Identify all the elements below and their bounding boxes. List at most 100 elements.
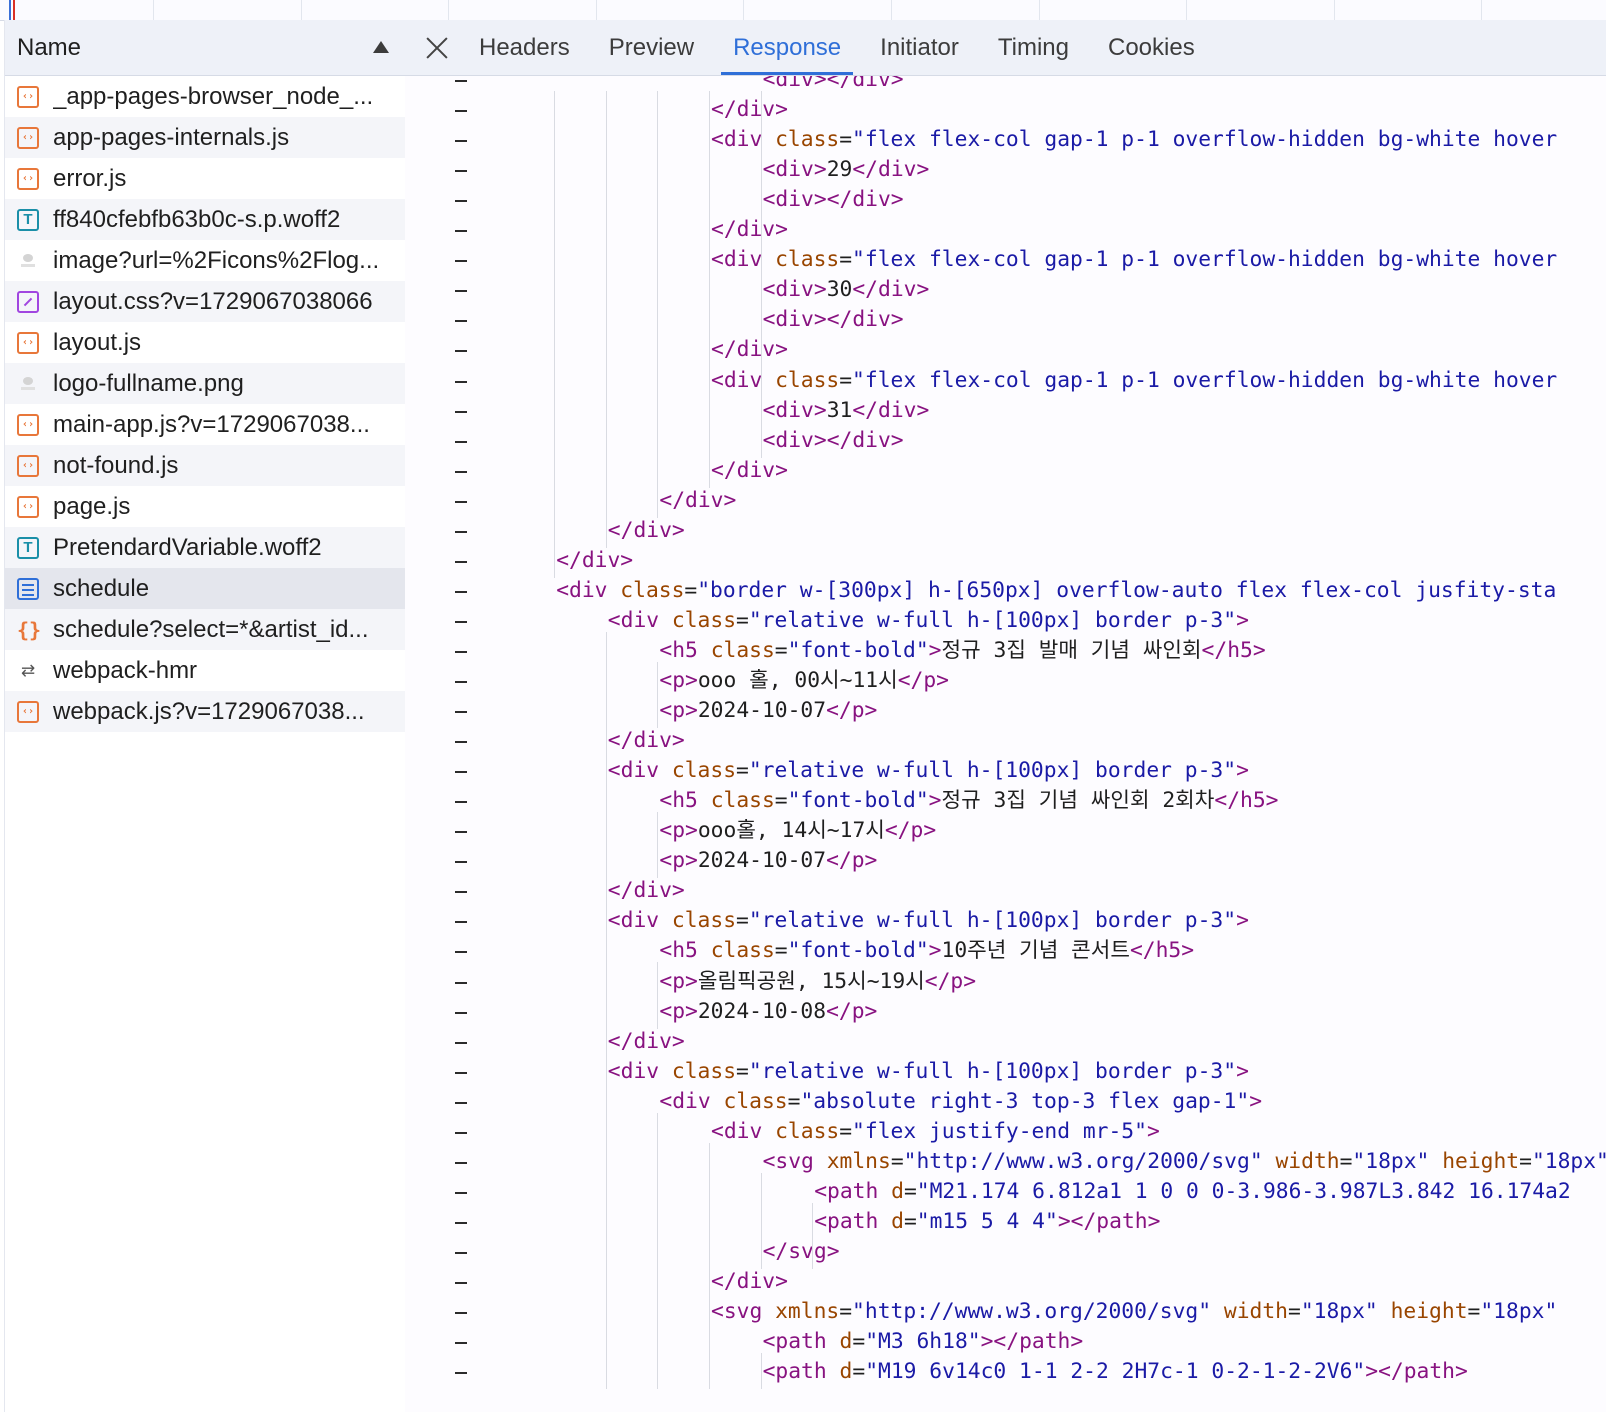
request-row[interactable]: ‹› error.js bbox=[5, 158, 405, 199]
collapse-toggle-icon[interactable] bbox=[455, 530, 467, 533]
collapse-toggle-icon[interactable] bbox=[455, 590, 467, 593]
code-token: <h5 bbox=[659, 788, 711, 814]
code-token: "border w-[300px] h-[650px] overflow-aut… bbox=[697, 577, 1557, 603]
collapse-toggle-icon[interactable] bbox=[455, 170, 467, 173]
request-name: not-found.js bbox=[53, 451, 179, 479]
code-token: class bbox=[710, 788, 775, 814]
collapse-toggle-icon[interactable] bbox=[455, 1282, 467, 1284]
collapse-toggle-icon[interactable] bbox=[455, 440, 467, 443]
code-token: <path bbox=[814, 1208, 892, 1234]
collapse-toggle-icon[interactable] bbox=[455, 1011, 467, 1014]
code-token: "relative w-full h-[100px] border p-3" bbox=[748, 758, 1237, 784]
collapse-toggle-icon[interactable] bbox=[455, 470, 467, 473]
tab-cookies[interactable]: Cookies bbox=[1108, 20, 1195, 75]
collapse-toggle-icon[interactable] bbox=[455, 1191, 467, 1194]
request-row[interactable]: schedule bbox=[5, 568, 405, 609]
request-row[interactable]: Tff840cfebfb63b0c-s.p.woff2 bbox=[5, 199, 405, 240]
tab-preview[interactable]: Preview bbox=[609, 20, 694, 75]
code-token: 10주년 기념 콘서트 bbox=[941, 938, 1130, 964]
code-token: = bbox=[852, 1359, 866, 1385]
collapse-toggle-icon[interactable] bbox=[455, 380, 467, 383]
code-token: <h5 bbox=[659, 637, 711, 663]
collapse-toggle-icon[interactable] bbox=[455, 650, 467, 653]
collapse-toggle-icon[interactable] bbox=[455, 771, 467, 774]
collapse-toggle-icon[interactable] bbox=[455, 410, 467, 413]
collapse-toggle-icon[interactable] bbox=[455, 1342, 467, 1345]
collapse-toggle-icon[interactable] bbox=[455, 80, 467, 82]
code-token: = bbox=[839, 1118, 853, 1144]
collapse-toggle-icon[interactable] bbox=[455, 1041, 467, 1044]
code-token: class bbox=[775, 247, 840, 273]
request-row[interactable]: ⇄ webpack-hmr bbox=[5, 650, 405, 691]
source-line: <div></div> bbox=[405, 76, 1606, 95]
request-row[interactable]: {} schedule?select=*&artist_id... bbox=[5, 609, 405, 650]
collapse-toggle-icon[interactable] bbox=[455, 1131, 467, 1134]
request-row[interactable]: logo-fullname.png bbox=[5, 363, 405, 404]
tab-initiator[interactable]: Initiator bbox=[880, 20, 959, 75]
collapse-toggle-icon[interactable] bbox=[455, 110, 467, 113]
close-icon[interactable] bbox=[421, 32, 453, 64]
collapse-toggle-icon[interactable] bbox=[455, 560, 467, 563]
collapse-toggle-icon[interactable] bbox=[455, 1312, 467, 1315]
collapse-toggle-icon[interactable] bbox=[455, 891, 467, 894]
tab-headers[interactable]: Headers bbox=[479, 20, 570, 75]
script-icon: ‹› bbox=[17, 331, 39, 354]
request-row[interactable]: T PretendardVariable.woff2 bbox=[5, 527, 405, 568]
request-row[interactable]: layout.css?v=1729067038066 bbox=[5, 281, 405, 322]
collapse-toggle-icon[interactable] bbox=[455, 711, 467, 714]
code-token: = bbox=[736, 1058, 749, 1084]
collapse-toggle-icon[interactable] bbox=[455, 981, 467, 984]
code-token: 정규 3집 기념 싸인회 2회차 bbox=[941, 788, 1215, 814]
request-row[interactable]: ‹› _app-pages-browser_node_... bbox=[5, 76, 405, 117]
collapse-toggle-icon[interactable] bbox=[455, 1221, 467, 1224]
sort-ascending-icon[interactable] bbox=[373, 41, 389, 53]
code-token: class bbox=[775, 127, 840, 153]
code-token: </div> bbox=[711, 217, 788, 243]
code-token: 2024-10-07 bbox=[697, 848, 827, 874]
request-row[interactable]: ‹› page.js bbox=[5, 486, 405, 527]
code-token: "18px" bbox=[1531, 1148, 1606, 1174]
tab-response[interactable]: Response bbox=[721, 20, 854, 75]
collapse-toggle-icon[interactable] bbox=[455, 230, 467, 233]
collapse-toggle-icon[interactable] bbox=[455, 1161, 467, 1164]
collapse-toggle-icon[interactable] bbox=[455, 1071, 467, 1074]
collapse-toggle-icon[interactable] bbox=[455, 290, 467, 293]
source-line: </div> bbox=[405, 726, 1606, 756]
request-row[interactable]: ‹› main-app.js?v=1729067038... bbox=[5, 404, 405, 445]
collapse-toggle-icon[interactable] bbox=[455, 951, 467, 954]
code-token: 29 bbox=[826, 157, 853, 183]
request-row[interactable]: ‹› layout.js bbox=[5, 322, 405, 363]
code-token: = bbox=[839, 127, 853, 153]
collapse-toggle-icon[interactable] bbox=[455, 320, 467, 323]
collapse-toggle-icon[interactable] bbox=[455, 1101, 467, 1104]
collapse-toggle-icon[interactable] bbox=[455, 350, 467, 353]
collapse-toggle-icon[interactable] bbox=[455, 801, 467, 804]
code-token: > bbox=[1057, 1208, 1071, 1234]
request-row[interactable]: ‹› webpack.js?v=1729067038... bbox=[5, 691, 405, 732]
request-row[interactable]: ‹› app-pages-internals.js bbox=[5, 117, 405, 158]
request-row[interactable]: ‹› not-found.js bbox=[5, 445, 405, 486]
collapse-toggle-icon[interactable] bbox=[455, 260, 467, 263]
request-row[interactable]: image?url=%2Ficons%2Flog... bbox=[5, 240, 405, 281]
code-token: <div bbox=[711, 1118, 776, 1144]
collapse-toggle-icon[interactable] bbox=[455, 1251, 467, 1254]
collapse-toggle-icon[interactable] bbox=[455, 1372, 467, 1375]
tab-timing[interactable]: Timing bbox=[998, 20, 1069, 75]
timeline-overview[interactable] bbox=[0, 0, 1606, 21]
code-token: 31 bbox=[826, 397, 853, 423]
collapse-toggle-icon[interactable] bbox=[455, 140, 467, 143]
name-column-header[interactable]: Name bbox=[5, 20, 405, 76]
collapse-toggle-icon[interactable] bbox=[455, 681, 467, 683]
collapse-toggle-icon[interactable] bbox=[455, 620, 467, 623]
collapse-toggle-icon[interactable] bbox=[455, 861, 467, 864]
response-source-view[interactable]: <div></div> </div> <div class="flex flex-c… bbox=[405, 76, 1606, 1412]
code-token: class bbox=[710, 637, 775, 663]
collapse-toggle-icon[interactable] bbox=[455, 741, 467, 744]
collapse-toggle-icon[interactable] bbox=[455, 500, 467, 503]
collapse-toggle-icon[interactable] bbox=[455, 831, 467, 834]
code-token: <div> bbox=[762, 76, 827, 92]
font-icon: T bbox=[17, 536, 39, 559]
collapse-toggle-icon[interactable] bbox=[455, 200, 467, 203]
source-line: <div></div> bbox=[405, 185, 1606, 215]
collapse-toggle-icon[interactable] bbox=[455, 921, 467, 924]
